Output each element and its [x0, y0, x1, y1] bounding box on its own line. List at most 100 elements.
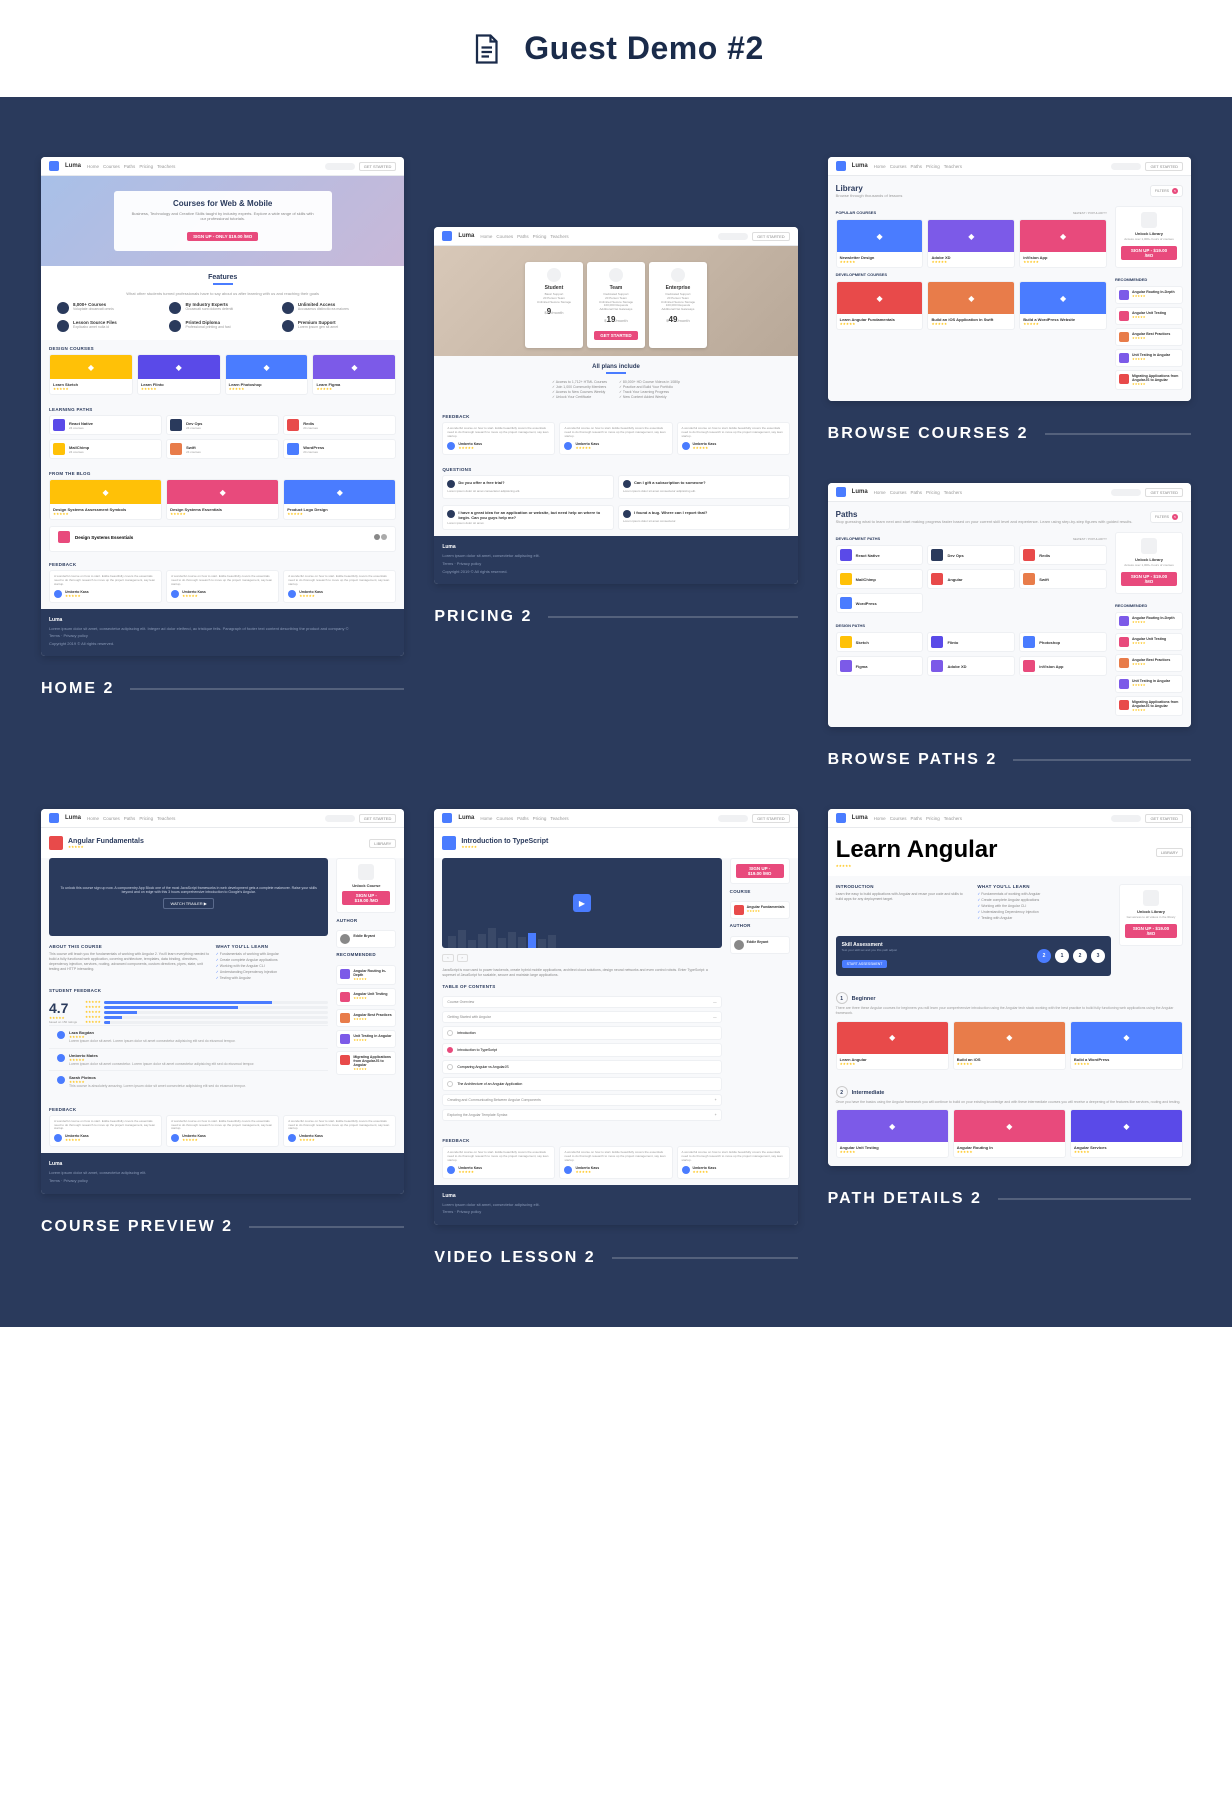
path-item[interactable]: inVision App — [1019, 656, 1107, 676]
course-card[interactable]: ◆inVision App★★★★★ — [1019, 219, 1107, 268]
list-item[interactable]: Angular Routing In-Depth★★★★★ — [336, 965, 396, 985]
price-card[interactable]: StudentBasic Support20 Person TeamUnlimi… — [525, 262, 583, 348]
toc-item[interactable]: Comparing Angular vs AngularJS — [442, 1060, 721, 1074]
path-icon — [1023, 660, 1035, 672]
feedback-card: A wonderful course on how to start. Eddi… — [166, 1115, 279, 1148]
review-item: Laza Bogdan★★★★★Lorem ipsum dolor sit am… — [49, 1025, 328, 1048]
feedback-card: A wonderful course on how to start. Eddi… — [442, 422, 555, 455]
path-item[interactable]: MailChimp — [836, 569, 924, 589]
price-card[interactable]: EnterpriseDedicated Support20 Person Tea… — [649, 262, 707, 348]
list-item[interactable]: Migrating Applications from AngularJS to… — [1115, 696, 1183, 716]
list-item[interactable]: Angular Best Practices★★★★★ — [1115, 654, 1183, 672]
course-card[interactable]: ◆Learn Angular Fundamentals★★★★★ — [836, 281, 924, 330]
toc-item[interactable]: Introduction — [442, 1026, 721, 1040]
list-item[interactable]: Angular Unit Testing★★★★★ — [1115, 307, 1183, 325]
path-item[interactable]: WordPress24 courses — [283, 439, 396, 459]
path-item[interactable]: Angular — [927, 569, 1015, 589]
course-card[interactable]: ◆Build an iOS★★★★★ — [953, 1021, 1066, 1070]
course-card[interactable]: ◆Learn Flinto★★★★★ — [137, 354, 221, 395]
path-icon — [170, 419, 182, 431]
path-icon — [931, 636, 943, 648]
filters-button[interactable]: FILTERS5 — [1150, 511, 1183, 523]
course-card[interactable]: ◆Angular Unit Testing★★★★★ — [836, 1109, 949, 1158]
thumbnail-home[interactable]: Luma HomeCoursesPathsPricingTeachers GET… — [41, 157, 404, 769]
list-item[interactable]: Migrating Applications from AngularJS to… — [336, 1051, 396, 1075]
course-card[interactable]: ◆Adobe XD★★★★★ — [927, 219, 1015, 268]
path-item[interactable]: React Native24 courses — [49, 415, 162, 435]
toc-section-head[interactable]: Getting Started with Angular— — [442, 1011, 721, 1023]
path-item[interactable]: Figma — [836, 656, 924, 676]
course-card[interactable]: ◆Angular Services★★★★★ — [1070, 1109, 1183, 1158]
path-icon — [840, 573, 852, 585]
thumbnail-pricing[interactable]: LumaHomeCoursesPathsPricingTeachersGET S… — [434, 227, 797, 769]
course-card[interactable]: ◆Learn Figma★★★★★ — [312, 354, 396, 395]
path-icon — [840, 636, 852, 648]
path-item[interactable]: MailChimp24 courses — [49, 439, 162, 459]
course-card[interactable]: ◆Build an iOS Application in Swift★★★★★ — [927, 281, 1015, 330]
path-item[interactable]: Sketch — [836, 632, 924, 652]
list-item[interactable]: Unit Testing in Angular★★★★★ — [1115, 675, 1183, 693]
path-icon — [1023, 573, 1035, 585]
path-icon — [840, 549, 852, 561]
path-icon — [170, 443, 182, 455]
course-card[interactable]: ◆Newsletter Design★★★★★ — [836, 219, 924, 268]
path-item[interactable]: Adobe XD — [927, 656, 1015, 676]
toc-item[interactable]: The Architecture of an Angular Applicati… — [442, 1077, 721, 1091]
assessment-button[interactable]: START ASSESSMENT — [842, 960, 888, 968]
path-item[interactable]: Photoshop — [1019, 632, 1107, 652]
course-card[interactable]: ◆Learn Angular★★★★★ — [836, 1021, 949, 1070]
path-item[interactable]: WordPress — [836, 593, 924, 613]
path-item[interactable]: Dev Ops — [927, 545, 1015, 565]
list-item[interactable]: Unit Testing in Angular★★★★★ — [1115, 349, 1183, 367]
thumbnail-browse-paths[interactable]: LumaHomeCoursesPathsPricingTeachersGET S… — [828, 483, 1191, 769]
path-item[interactable]: Flinto — [927, 632, 1015, 652]
thumbnail-browse-courses[interactable]: LumaHomeCoursesPathsPricingTeachersGET S… — [828, 157, 1191, 443]
list-item[interactable]: Angular Best Practices★★★★★ — [336, 1009, 396, 1027]
toc-section-head[interactable]: Creating and Communicating Between Angul… — [442, 1094, 721, 1106]
list-item[interactable]: Migrating Applications from AngularJS to… — [1115, 370, 1183, 390]
filters-button[interactable]: FILTERS5 — [1150, 185, 1183, 197]
thumbnail-course-preview[interactable]: LumaHomeCoursesPathsPricingTeachersGET S… — [41, 809, 404, 1267]
course-card[interactable]: ◆Build a WordPress Website★★★★★ — [1019, 281, 1107, 330]
list-item[interactable]: Unit Testing in Angular★★★★★ — [336, 1030, 396, 1048]
avatar-icon — [447, 1166, 455, 1174]
path-item[interactable]: Dev Ops24 courses — [166, 415, 279, 435]
path-item[interactable]: React Native — [836, 545, 924, 565]
list-item[interactable]: Angular Routing In-Depth★★★★★ — [1115, 612, 1183, 630]
course-card[interactable]: ◆Design Systems Assessment Symbols★★★★★ — [49, 479, 162, 520]
feature-icon — [282, 320, 294, 332]
signup-button[interactable]: SIGN UP - $19.00 /MO — [1121, 246, 1177, 260]
path-item[interactable]: Swift — [1019, 569, 1107, 589]
toc-item[interactable]: Introduction to TypeScript — [442, 1043, 721, 1057]
search-input[interactable] — [325, 163, 355, 170]
path-item[interactable]: Redis24 courses — [283, 415, 396, 435]
thumbnail-path-details[interactable]: LumaHomeCoursesPathsPricingTeachersGET S… — [828, 809, 1191, 1267]
course-card[interactable]: ◆Build a WordPress★★★★★ — [1070, 1021, 1183, 1070]
list-item[interactable]: Angular Unit Testing★★★★★ — [1115, 633, 1183, 651]
thumbnail-video-lesson[interactable]: LumaHomeCoursesPathsPricingTeachersGET S… — [434, 809, 797, 1267]
course-card[interactable]: ◆Learn Photoshop★★★★★ — [225, 354, 309, 395]
course-card[interactable]: ◆Learn Sketch★★★★★ — [49, 354, 133, 395]
path-item[interactable]: Swift24 courses — [166, 439, 279, 459]
cta-button[interactable]: GET STARTED — [359, 162, 397, 171]
price-card[interactable]: TeamDedicated Support20 Person TeamUnlim… — [587, 262, 645, 348]
library-button[interactable]: LIBRARY — [369, 839, 396, 848]
course-card[interactable]: ◆Product Logo Design★★★★★ — [283, 479, 396, 520]
trailer-button[interactable]: WATCH TRAILER ▶ — [163, 898, 213, 909]
course-card[interactable]: ◆Angular Routing In★★★★★ — [953, 1109, 1066, 1158]
course-icon — [1119, 374, 1129, 384]
course-icon — [340, 992, 350, 1002]
path-item[interactable]: Redis — [1019, 545, 1107, 565]
toc-section-head[interactable]: Exploring the Angular Template Syntax+ — [442, 1109, 721, 1121]
feedback-card: A wonderful course on how to start. Eddi… — [49, 1115, 162, 1148]
list-item[interactable]: Angular Unit Testing★★★★★ — [336, 988, 396, 1006]
list-item[interactable]: Angular Routing In-Depth★★★★★ — [1115, 286, 1183, 304]
typescript-icon — [442, 836, 456, 850]
signup-button[interactable]: SIGN UP - ONLY $19.00 /MO — [187, 232, 258, 241]
course-card[interactable]: ◆Design Systems Essentials★★★★★ — [166, 479, 279, 520]
library-button[interactable]: LIBRARY — [1156, 848, 1183, 857]
logo-icon — [49, 161, 59, 171]
play-button[interactable]: ▶ — [573, 894, 591, 912]
avatar-icon — [564, 1166, 572, 1174]
list-item[interactable]: Angular Best Practices★★★★★ — [1115, 328, 1183, 346]
